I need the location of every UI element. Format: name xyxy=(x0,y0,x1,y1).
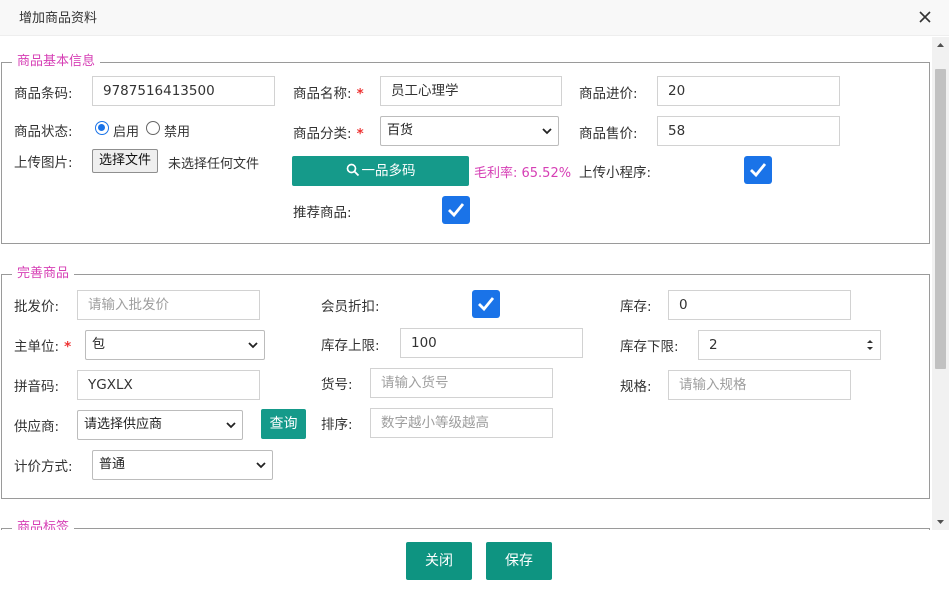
wholesale-label: 批发价: xyxy=(14,299,60,315)
chevron-down-icon xyxy=(248,342,258,349)
price-input[interactable]: 58 xyxy=(657,116,840,146)
dialog-footer: 关闭 保存 xyxy=(0,530,949,593)
checkmark-icon xyxy=(750,163,767,178)
dialog-title: 增加商品资料 xyxy=(19,11,98,26)
stock-input[interactable]: 0 xyxy=(668,290,851,320)
chevron-down-icon xyxy=(226,422,236,429)
unit-select-value: 包 xyxy=(92,337,106,352)
category-select[interactable]: 百货 xyxy=(380,116,559,146)
form-scroll-area: 商品基本信息 商品条码: 9787516413500 商品名称: * 员工心理学 … xyxy=(0,37,932,530)
stock-min-value: 2 xyxy=(709,337,718,353)
recommend-checkbox[interactable] xyxy=(442,196,470,224)
query-button[interactable]: 查询 xyxy=(261,409,306,439)
pinyin-input[interactable]: YGXLX xyxy=(77,370,260,400)
tags-legend: 商品标签 xyxy=(12,519,75,530)
cost-input[interactable]: 20 xyxy=(657,76,840,106)
required-mark: * xyxy=(356,126,364,142)
sort-input[interactable]: 数字越小等级越高 xyxy=(370,408,553,438)
price-label: 商品售价: xyxy=(579,126,638,142)
multi-code-label: 一品多码 xyxy=(361,163,416,179)
supplier-select[interactable]: 请选择供应商 xyxy=(77,410,243,440)
upload-mini-label: 上传小程序: xyxy=(579,165,652,181)
close-icon[interactable] xyxy=(914,6,936,28)
chevron-down-icon xyxy=(542,128,552,135)
status-disabled-label: 禁用 xyxy=(164,125,191,140)
pricing-method-select[interactable]: 普通 xyxy=(92,450,273,480)
save-button[interactable]: 保存 xyxy=(486,542,552,580)
upload-image-label: 上传图片: xyxy=(14,155,73,171)
spec-label: 规格: xyxy=(620,379,652,395)
member-discount-checkbox[interactable] xyxy=(472,290,500,318)
cost-label: 商品进价: xyxy=(579,86,638,102)
margin-rate-text: 毛利率: 65.52% xyxy=(474,166,572,181)
unit-select[interactable]: 包 xyxy=(85,330,265,360)
barcode-input[interactable]: 9787516413500 xyxy=(92,76,275,106)
stock-min-input[interactable]: 2 xyxy=(698,330,881,360)
more-info-legend: 完善商品 xyxy=(12,265,75,283)
member-discount-label: 会员折扣: xyxy=(321,299,380,315)
item-no-label: 货号: xyxy=(321,377,353,393)
barcode-label: 商品条码: xyxy=(14,86,73,102)
name-label: 商品名称: * xyxy=(293,86,364,102)
item-no-input[interactable]: 请输入货号 xyxy=(370,368,553,398)
sort-label: 排序: xyxy=(321,417,353,433)
multi-code-button[interactable]: 一品多码 xyxy=(292,156,469,186)
recommend-label: 推荐商品: xyxy=(293,205,352,221)
basic-info-legend: 商品基本信息 xyxy=(12,53,101,71)
chevron-down-icon xyxy=(256,462,266,469)
status-label: 商品状态: xyxy=(14,124,73,140)
search-icon xyxy=(346,163,359,177)
wholesale-input[interactable]: 请输入批发价 xyxy=(77,290,260,320)
required-mark: * xyxy=(356,86,364,102)
scroll-up-icon[interactable] xyxy=(932,37,949,54)
checkmark-icon xyxy=(478,297,495,312)
spec-input[interactable]: 请输入规格 xyxy=(668,370,851,400)
spinner-arrows-icon[interactable] xyxy=(865,338,875,352)
pinyin-label: 拼音码: xyxy=(14,379,60,395)
supplier-label: 供应商: xyxy=(14,419,60,435)
category-select-value: 百货 xyxy=(387,123,414,138)
status-enabled-radio[interactable] xyxy=(95,121,109,135)
category-label: 商品分类: * xyxy=(293,126,364,142)
checkmark-icon xyxy=(448,203,465,218)
choose-file-button[interactable]: 选择文件 xyxy=(92,149,159,173)
name-input[interactable]: 员工心理学 xyxy=(380,76,562,106)
supplier-select-value: 请选择供应商 xyxy=(84,417,163,432)
pricing-method-label: 计价方式: xyxy=(14,459,73,475)
required-mark: * xyxy=(64,339,72,355)
stock-max-label: 库存上限: xyxy=(321,338,380,354)
upload-mini-checkbox[interactable] xyxy=(744,156,772,184)
status-enabled-label: 启用 xyxy=(113,125,140,140)
stock-max-input[interactable]: 100 xyxy=(400,328,583,358)
unit-label: 主单位: * xyxy=(14,339,72,355)
pricing-method-value: 普通 xyxy=(99,457,126,472)
scrollbar-thumb[interactable] xyxy=(935,69,946,369)
dialog-titlebar: 增加商品资料 xyxy=(0,0,949,36)
close-button[interactable]: 关闭 xyxy=(406,542,472,580)
status-disabled-radio[interactable] xyxy=(146,121,160,135)
no-file-text: 未选择任何文件 xyxy=(168,157,260,172)
stock-label: 库存: xyxy=(620,299,652,315)
scroll-down-icon[interactable] xyxy=(932,513,949,530)
stock-min-label: 库存下限: xyxy=(620,339,679,355)
vertical-scrollbar[interactable] xyxy=(932,37,949,530)
